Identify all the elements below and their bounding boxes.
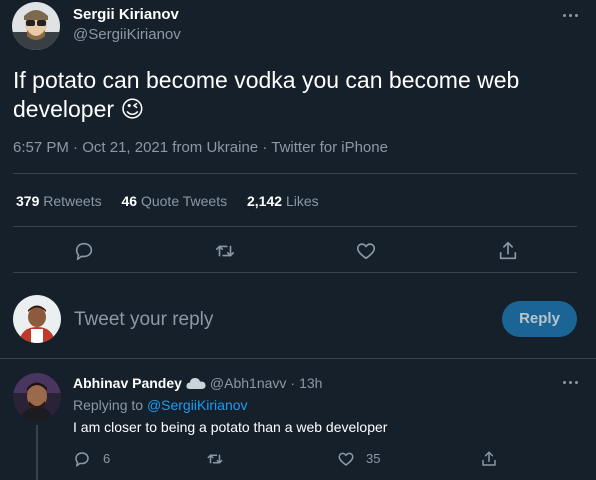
replying-to-handle[interactable]: @SergiiKirianov [147,397,248,413]
tweet-source[interactable]: Twitter for iPhone [271,139,388,156]
reply-like-count: 35 [366,451,381,466]
reply-age[interactable]: 13h [299,374,322,392]
reply-reply-icon[interactable] [73,450,91,468]
user-avatar[interactable] [13,295,61,343]
quotes-count: 46 [121,193,138,209]
cloud-icon [186,376,206,390]
tweet-stats: 379 Retweets 46 Quote Tweets 2,142 Likes [16,192,319,210]
reply-reply-count: 6 [103,451,111,466]
reply-text: I am closer to being a potato than a web… [73,419,388,435]
likes-stat[interactable]: 2,142 Likes [247,193,319,209]
reply-retweet-icon[interactable] [206,450,224,468]
reply-input[interactable]: Tweet your reply [74,308,474,332]
thread-line [36,425,38,480]
divider [0,358,596,359]
retweets-label: Retweets [43,193,102,209]
wink-emoji: 😉 [120,96,145,122]
quotes-stat[interactable]: 46 Quote Tweets [122,193,232,209]
tweet-time[interactable]: 6:57 PM [13,139,69,156]
more-icon[interactable] [559,8,581,22]
author-handle[interactable]: @SergiiKirianov [73,26,181,44]
replying-to: Replying to @SergiiKirianov [73,396,248,414]
meta-separator: · [290,375,296,391]
divider [13,272,577,273]
quotes-label: Quote Tweets [140,193,228,209]
reply-header: Abhinav Pandey @Abh1navv · 13h [73,374,322,392]
replying-to-label: Replying to [73,397,144,413]
retweet-icon[interactable] [214,240,236,262]
tweet-text: If potato can become vodka you can becom… [13,66,573,124]
meta-separator: · [262,139,268,156]
reply-share-icon[interactable] [480,450,498,468]
tweet-date[interactable]: Oct 21, 2021 [82,139,168,156]
retweets-count: 379 [16,193,40,209]
likes-count: 2,142 [247,193,283,209]
meta-separator: · [73,139,79,156]
like-icon[interactable] [355,240,377,262]
reply-author-name[interactable]: Abhinav Pandey [73,374,182,392]
divider [13,226,577,227]
author-name[interactable]: Sergii Kirianov [73,6,179,24]
reply-author-handle[interactable]: @Abh1navv [210,374,286,392]
share-icon[interactable] [497,240,519,262]
tweet-text-body: If potato can become vodka you can becom… [13,67,520,122]
divider [13,173,577,174]
tweet-meta: 6:57 PM · Oct 21, 2021 from Ukraine · Tw… [13,139,388,157]
retweets-stat[interactable]: 379 Retweets [16,193,106,209]
reply-like-icon[interactable] [337,450,355,468]
reply-more-icon[interactable] [559,375,581,389]
likes-label: Likes [285,193,319,209]
reply-author-avatar[interactable] [13,373,61,421]
reply-icon[interactable] [73,240,95,262]
reply-button[interactable]: Reply [502,301,577,337]
tweet-location[interactable]: from Ukraine [172,139,258,156]
author-avatar[interactable] [12,2,60,50]
